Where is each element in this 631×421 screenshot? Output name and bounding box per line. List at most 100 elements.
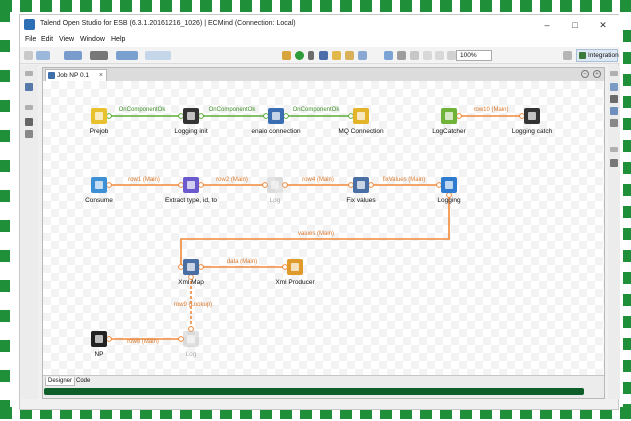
connection-label: fixValues (Main) — [383, 177, 426, 183]
run-dropdown-icon[interactable] — [308, 51, 314, 60]
perspective-label: Integration — [588, 52, 619, 59]
zoom-select[interactable]: 100% — [456, 50, 492, 61]
connection-endpoint-marker — [436, 182, 442, 188]
connection-startpoint-marker — [106, 113, 112, 119]
editor-tab-bar: Job NP 0.1 × – + — [43, 68, 604, 81]
copy-icon[interactable] — [447, 51, 456, 60]
close-button[interactable]: ✕ — [594, 18, 612, 32]
code-icon[interactable] — [345, 51, 354, 60]
save-icon[interactable] — [384, 51, 393, 60]
component-logging-catch[interactable]: Logging catch — [512, 108, 553, 135]
compare-icon[interactable] — [397, 51, 406, 60]
new-item-icon[interactable] — [24, 51, 33, 60]
job-editor: Job NP 0.1 × – + OnComponentOk OnComponen… — [42, 67, 605, 399]
connection-label: row2 (Main) — [216, 177, 248, 183]
consumer-icon-glyph — [95, 181, 103, 189]
log-row-icon-glyph — [187, 335, 195, 343]
integration-icon — [579, 52, 586, 59]
component-label: enaio connection — [251, 128, 301, 135]
minimize-editor-icon[interactable]: – — [581, 70, 589, 78]
component-consume[interactable]: Consume — [85, 177, 113, 204]
repository-icon[interactable] — [25, 83, 33, 91]
connection-startpoint-marker — [198, 113, 204, 119]
connection-endpoint-marker — [178, 264, 184, 270]
menu-view[interactable]: View — [59, 36, 74, 43]
connection-endpoint-marker — [348, 113, 354, 119]
component-logging[interactable]: Logging — [437, 177, 461, 204]
component-label: Logging init — [174, 128, 207, 135]
import-icon[interactable] — [64, 51, 82, 60]
component-label: Log — [270, 197, 281, 204]
right-view-strip — [608, 65, 620, 399]
component-extract-type-id-to[interactable]: Extract type, id, to — [165, 177, 217, 204]
maximize-button[interactable]: □ — [566, 18, 584, 32]
job-design-canvas[interactable]: OnComponentOk OnComponentOk OnComponentOk r… — [43, 81, 604, 375]
restore-view-icon[interactable] — [610, 71, 618, 76]
properties-icon[interactable] — [610, 95, 618, 103]
export-icon[interactable] — [90, 51, 108, 60]
component-np[interactable]: NP — [91, 331, 107, 358]
component-log[interactable]: Log — [267, 177, 283, 204]
login-icon[interactable] — [36, 51, 50, 60]
tab-designer[interactable]: Designer — [45, 377, 76, 386]
logging-icon-glyph — [445, 181, 453, 189]
undo-icon[interactable] — [423, 51, 432, 60]
tab-job-np[interactable]: Job NP 0.1 × — [45, 69, 107, 81]
component-xml-map[interactable]: Xml Map — [178, 259, 204, 286]
component-fix-values[interactable]: Fix values — [346, 177, 376, 204]
job-view-icon[interactable] — [610, 159, 618, 167]
problems-icon[interactable] — [610, 119, 618, 127]
component-xml-producer[interactable]: Xml Producer — [275, 259, 316, 286]
palette-icon[interactable] — [610, 83, 618, 91]
maximize-editor-icon[interactable]: + — [593, 70, 601, 78]
component-label: Log — [186, 351, 197, 358]
component-label: Logging — [437, 197, 461, 204]
connection-endpoint-marker — [263, 113, 269, 119]
redo-icon[interactable] — [435, 51, 444, 60]
debug-icon[interactable] — [319, 51, 328, 60]
connection-label: OnComponentOk — [119, 107, 167, 113]
connection-startpoint-marker — [198, 182, 204, 188]
scrollbar-thumb[interactable] — [44, 388, 584, 395]
minimize-button[interactable]: – — [538, 18, 556, 32]
talend-app-icon — [24, 19, 35, 30]
integration-perspective-button[interactable]: Integration — [576, 49, 619, 62]
editor-bottom-tabs: Designer Code — [43, 375, 604, 386]
decorative-dashed-border-left — [0, 0, 10, 421]
code-viewer-icon[interactable] — [25, 130, 33, 138]
run-view-icon[interactable] — [610, 107, 618, 115]
component-mq-connection[interactable]: MQ Connection — [338, 108, 384, 135]
run-icon[interactable] — [295, 51, 304, 60]
exchange-icon[interactable] — [145, 51, 171, 60]
component-log-lookup[interactable]: Log — [183, 331, 199, 358]
connection-endpoint-marker — [178, 113, 184, 119]
horizontal-scrollbar[interactable] — [43, 386, 604, 398]
app-window: Talend Open Studio for ESB (6.3.1.201612… — [19, 14, 620, 410]
documentation-icon[interactable] — [116, 51, 138, 60]
component-label: Extract type, id, to — [165, 197, 217, 204]
decorative-dashed-border-top — [0, 0, 631, 12]
connection-label: row1 (Main) — [128, 177, 160, 183]
connection-label: row9 (Lookup) — [174, 302, 212, 308]
menu-window[interactable]: Window — [80, 36, 105, 43]
menu-file[interactable]: File — [25, 36, 36, 43]
restore-view-icon[interactable] — [25, 71, 33, 76]
outline-icon[interactable] — [25, 118, 33, 126]
component-logging-init[interactable]: Logging init — [174, 108, 208, 135]
component-logcatcher[interactable]: LogCatcher — [432, 108, 467, 135]
edit-properties-icon[interactable] — [332, 51, 341, 60]
component-prejob[interactable]: Prejob — [90, 108, 109, 135]
search-icon[interactable] — [282, 51, 291, 60]
connection-startpoint-marker — [283, 113, 289, 119]
metadata-icon[interactable] — [358, 51, 367, 60]
open-perspective-icon[interactable] — [563, 51, 572, 60]
close-tab-icon[interactable]: × — [99, 70, 103, 81]
menu-edit[interactable]: Edit — [41, 36, 53, 43]
tab-code[interactable]: Code — [74, 377, 92, 386]
print-icon[interactable] — [410, 51, 419, 60]
restore-view-icon[interactable] — [25, 105, 33, 110]
menu-help[interactable]: Help — [111, 36, 125, 43]
restore-view-icon[interactable] — [610, 147, 618, 152]
tab-label: Job NP 0.1 — [57, 72, 90, 79]
screenshot-stage: Talend Open Studio for ESB (6.3.1.201612… — [0, 0, 631, 421]
